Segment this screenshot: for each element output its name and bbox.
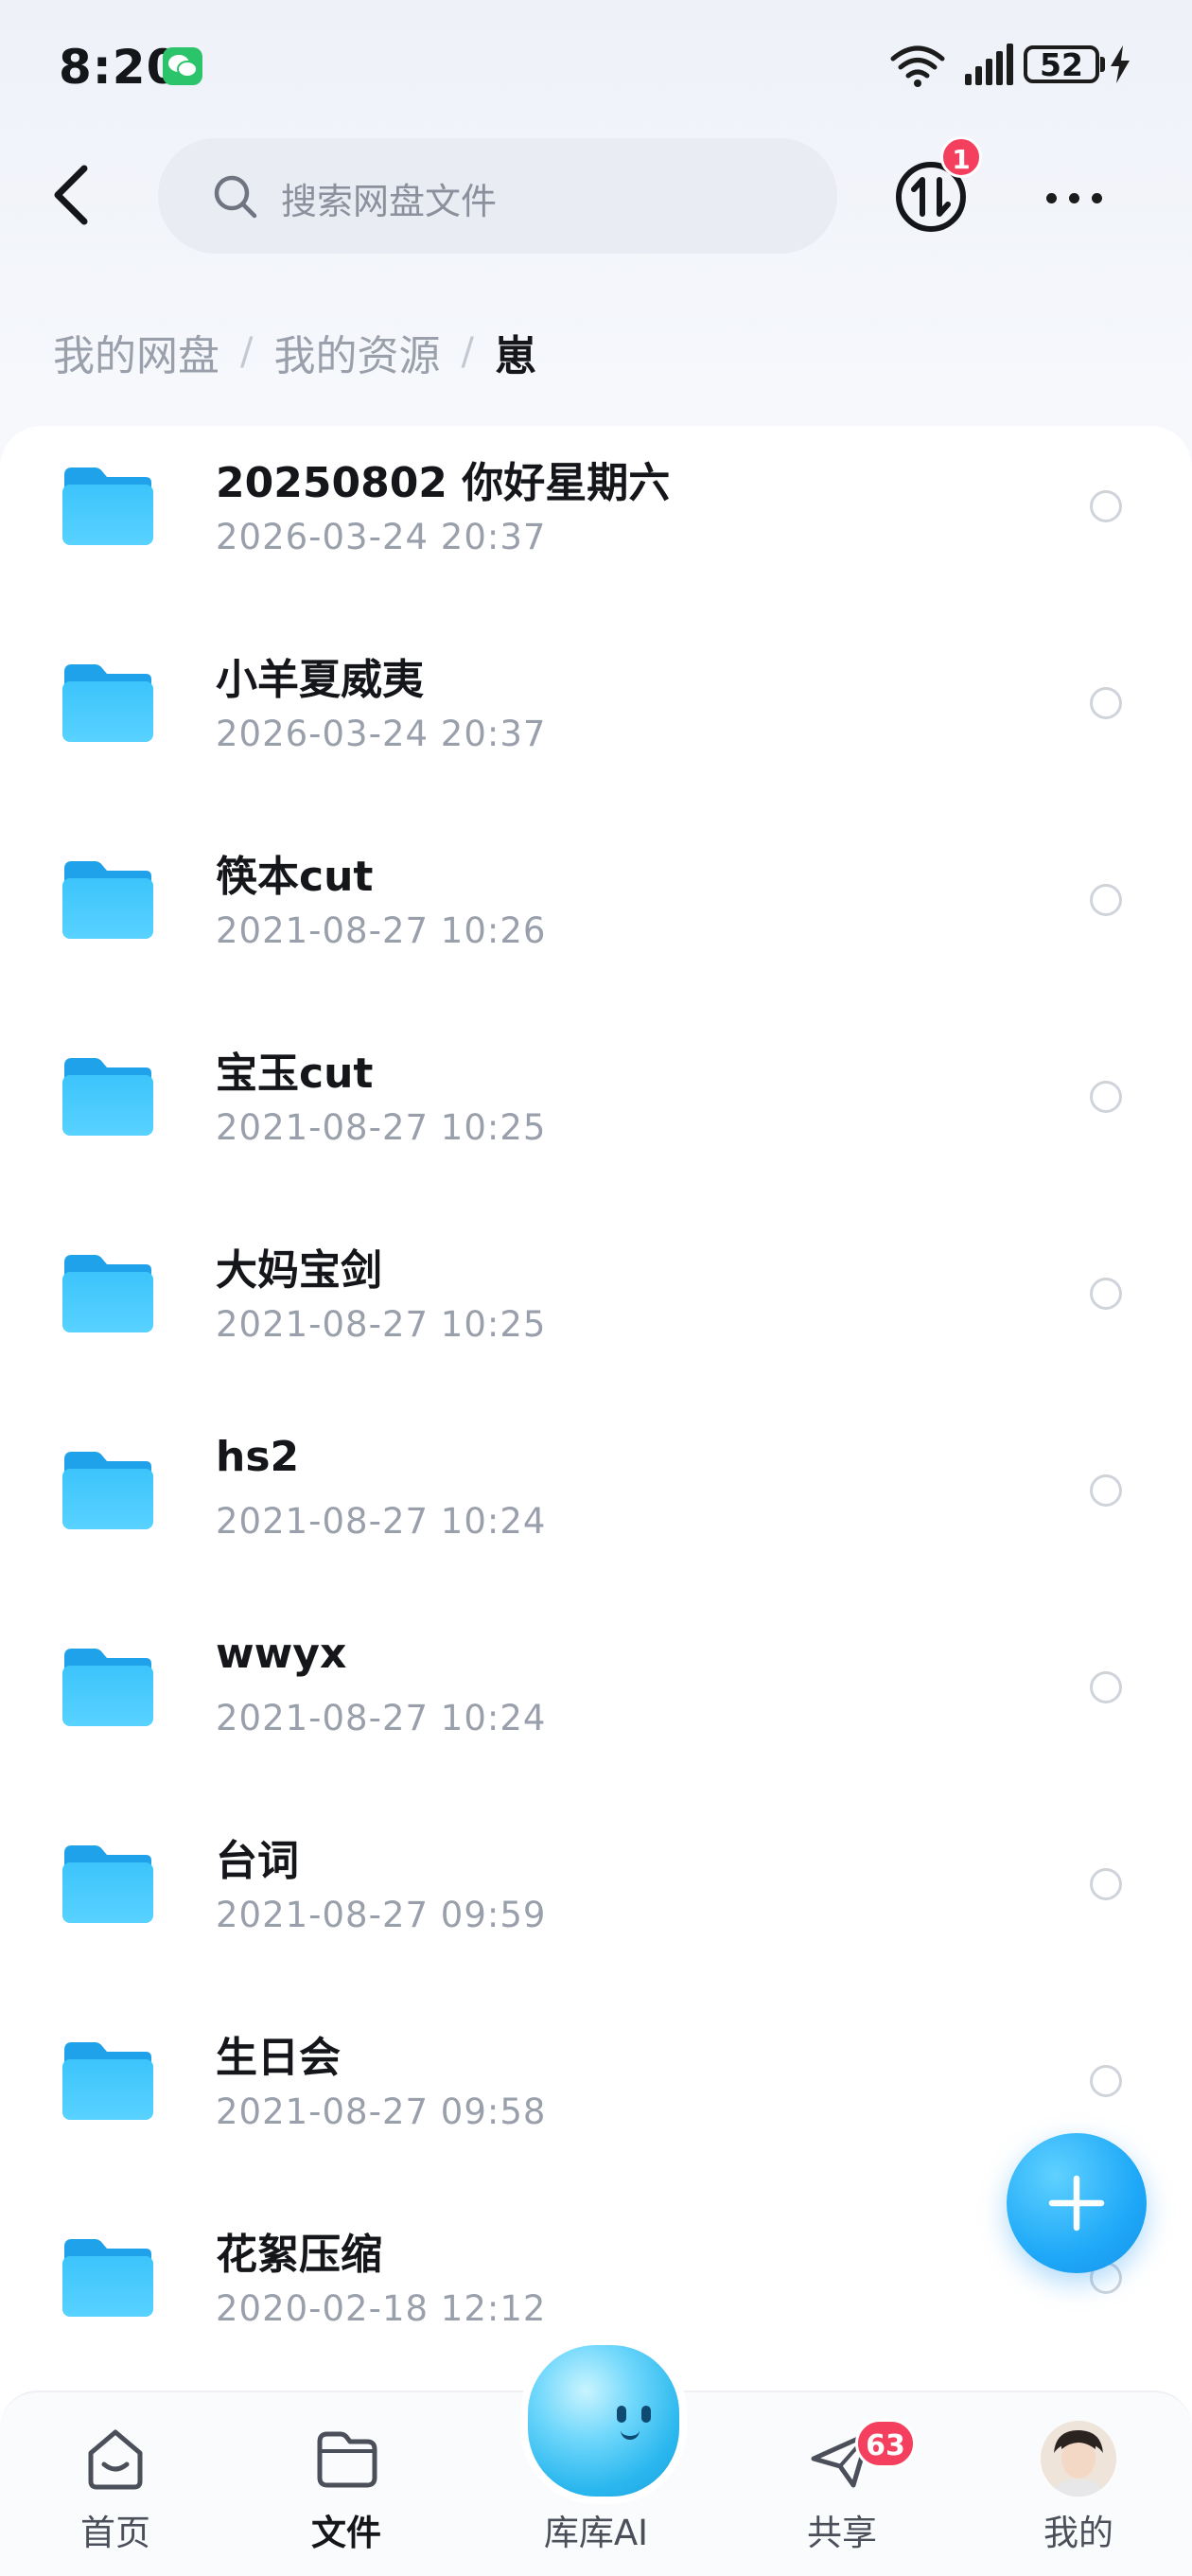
status-bar: 8:20 52 — [0, 0, 1192, 132]
select-checkbox[interactable] — [1090, 884, 1122, 916]
back-button[interactable] — [38, 155, 104, 235]
orb-eye — [641, 2406, 651, 2423]
wifi-icon — [890, 45, 945, 87]
select-checkbox[interactable] — [1090, 2065, 1122, 2097]
more-button[interactable] — [1041, 170, 1107, 227]
breadcrumb-current: 崽 — [494, 332, 536, 380]
add-button[interactable] — [1007, 2133, 1147, 2273]
more-dot — [1046, 193, 1057, 203]
charging-icon — [1111, 45, 1130, 83]
folder-icon — [61, 1056, 155, 1141]
more-dot — [1069, 193, 1079, 203]
folder-icon — [61, 859, 155, 944]
breadcrumb-root[interactable]: 我的网盘 — [53, 322, 219, 382]
wechat-notification-icon — [163, 47, 202, 85]
search-placeholder: 搜索网盘文件 — [281, 181, 498, 222]
file-name: 小羊夏威夷 — [216, 656, 424, 704]
file-row[interactable]: 小羊夏威夷 2026-03-24 20:37 — [0, 623, 1192, 820]
select-checkbox[interactable] — [1090, 1474, 1122, 1507]
folder-icon — [61, 1253, 155, 1338]
battery-level: 52 — [1040, 46, 1083, 83]
more-dot — [1092, 193, 1102, 203]
file-row[interactable]: 20250802 你好星期六 2026-03-24 20:37 — [0, 426, 1192, 623]
select-checkbox[interactable] — [1090, 1278, 1122, 1310]
home-icon — [88, 2429, 143, 2490]
file-date: 2021-08-27 09:58 — [216, 2091, 547, 2132]
add-icon — [1048, 2175, 1105, 2232]
search-input[interactable]: 搜索网盘文件 — [158, 138, 837, 254]
folder-icon — [61, 1647, 155, 1732]
file-name: 筷本cut — [216, 853, 374, 901]
file-date: 2021-08-27 10:24 — [216, 1698, 547, 1738]
avatar — [1041, 2421, 1116, 2497]
file-row[interactable]: hs2 2021-08-27 10:24 — [0, 1410, 1192, 1607]
files-nav-icon — [317, 2431, 377, 2488]
file-name: 20250802 你好星期六 — [216, 459, 671, 507]
file-name: 花絮压缩 — [216, 2231, 382, 2279]
file-date: 2021-08-27 10:24 — [216, 1501, 547, 1542]
signal-icon — [965, 44, 1013, 85]
orb-eye — [617, 2406, 626, 2423]
file-date: 2026-03-24 20:37 — [216, 517, 547, 557]
orb-mouth — [621, 2426, 640, 2440]
breadcrumb-separator: / — [240, 330, 254, 374]
file-row[interactable]: 台词 2021-08-27 09:59 — [0, 1804, 1192, 2001]
file-row[interactable]: 筷本cut 2021-08-27 10:26 — [0, 820, 1192, 1016]
file-row[interactable]: wwyx 2021-08-27 10:24 — [0, 1607, 1192, 1804]
transfer-badge: 1 — [940, 136, 982, 178]
folder-icon — [61, 2040, 155, 2126]
file-date: 2020-02-18 12:12 — [216, 2288, 547, 2329]
folder-icon — [61, 466, 155, 551]
ai-assistant-orb[interactable] — [520, 2338, 687, 2504]
file-name: 宝玉cut — [216, 1050, 374, 1098]
file-row[interactable]: 生日会 2021-08-27 09:58 — [0, 2001, 1192, 2197]
file-row[interactable]: 大妈宝剑 2021-08-27 10:25 — [0, 1213, 1192, 1410]
search-icon — [214, 175, 257, 219]
select-checkbox[interactable] — [1090, 687, 1122, 719]
select-checkbox[interactable] — [1090, 490, 1122, 522]
nav-files[interactable]: 文件 — [252, 2392, 441, 2576]
file-date: 2021-08-27 10:25 — [216, 1304, 547, 1345]
file-name: 生日会 — [216, 2034, 341, 2082]
share-badge: 63 — [855, 2419, 916, 2468]
file-row[interactable]: 宝玉cut 2021-08-27 10:25 — [0, 1016, 1192, 1213]
nav-me[interactable]: 我的 — [984, 2392, 1173, 2576]
nav-ai-label: 库库AI — [543, 2513, 649, 2553]
file-name: 台词 — [216, 1837, 299, 1885]
breadcrumb: 我的网盘 / 我的资源 / 崽 — [53, 322, 536, 382]
nav-files-label: 文件 — [311, 2513, 381, 2553]
breadcrumb-separator: / — [461, 330, 474, 374]
folder-icon — [61, 1844, 155, 1929]
folder-icon — [61, 662, 155, 748]
file-date: 2026-03-24 20:37 — [216, 714, 547, 754]
nav-share-label: 共享 — [807, 2513, 877, 2553]
back-arrow-icon — [54, 165, 88, 225]
file-name: wwyx — [216, 1630, 347, 1678]
folder-icon — [61, 2237, 155, 2322]
nav-me-label: 我的 — [1043, 2513, 1113, 2553]
battery-indicator: 52 — [1024, 45, 1099, 83]
folder-icon — [61, 1450, 155, 1535]
select-checkbox[interactable] — [1090, 1671, 1122, 1703]
breadcrumb-middle[interactable]: 我的资源 — [273, 322, 440, 382]
nav-home[interactable]: 首页 — [21, 2392, 210, 2576]
nav-share[interactable]: 共享 — [747, 2392, 937, 2576]
file-name: 大妈宝剑 — [216, 1246, 382, 1295]
nav-home-label: 首页 — [80, 2513, 150, 2553]
battery-cap — [1100, 57, 1105, 72]
select-checkbox[interactable] — [1090, 1868, 1122, 1900]
select-checkbox[interactable] — [1090, 1081, 1122, 1113]
file-date: 2021-08-27 09:59 — [216, 1895, 547, 1935]
file-list-card: 20250802 你好星期六 2026-03-24 20:37 小羊夏威夷 2026… — [0, 426, 1192, 2574]
file-name: hs2 — [216, 1433, 300, 1481]
file-date: 2021-08-27 10:25 — [216, 1107, 547, 1148]
file-date: 2021-08-27 10:26 — [216, 910, 547, 951]
